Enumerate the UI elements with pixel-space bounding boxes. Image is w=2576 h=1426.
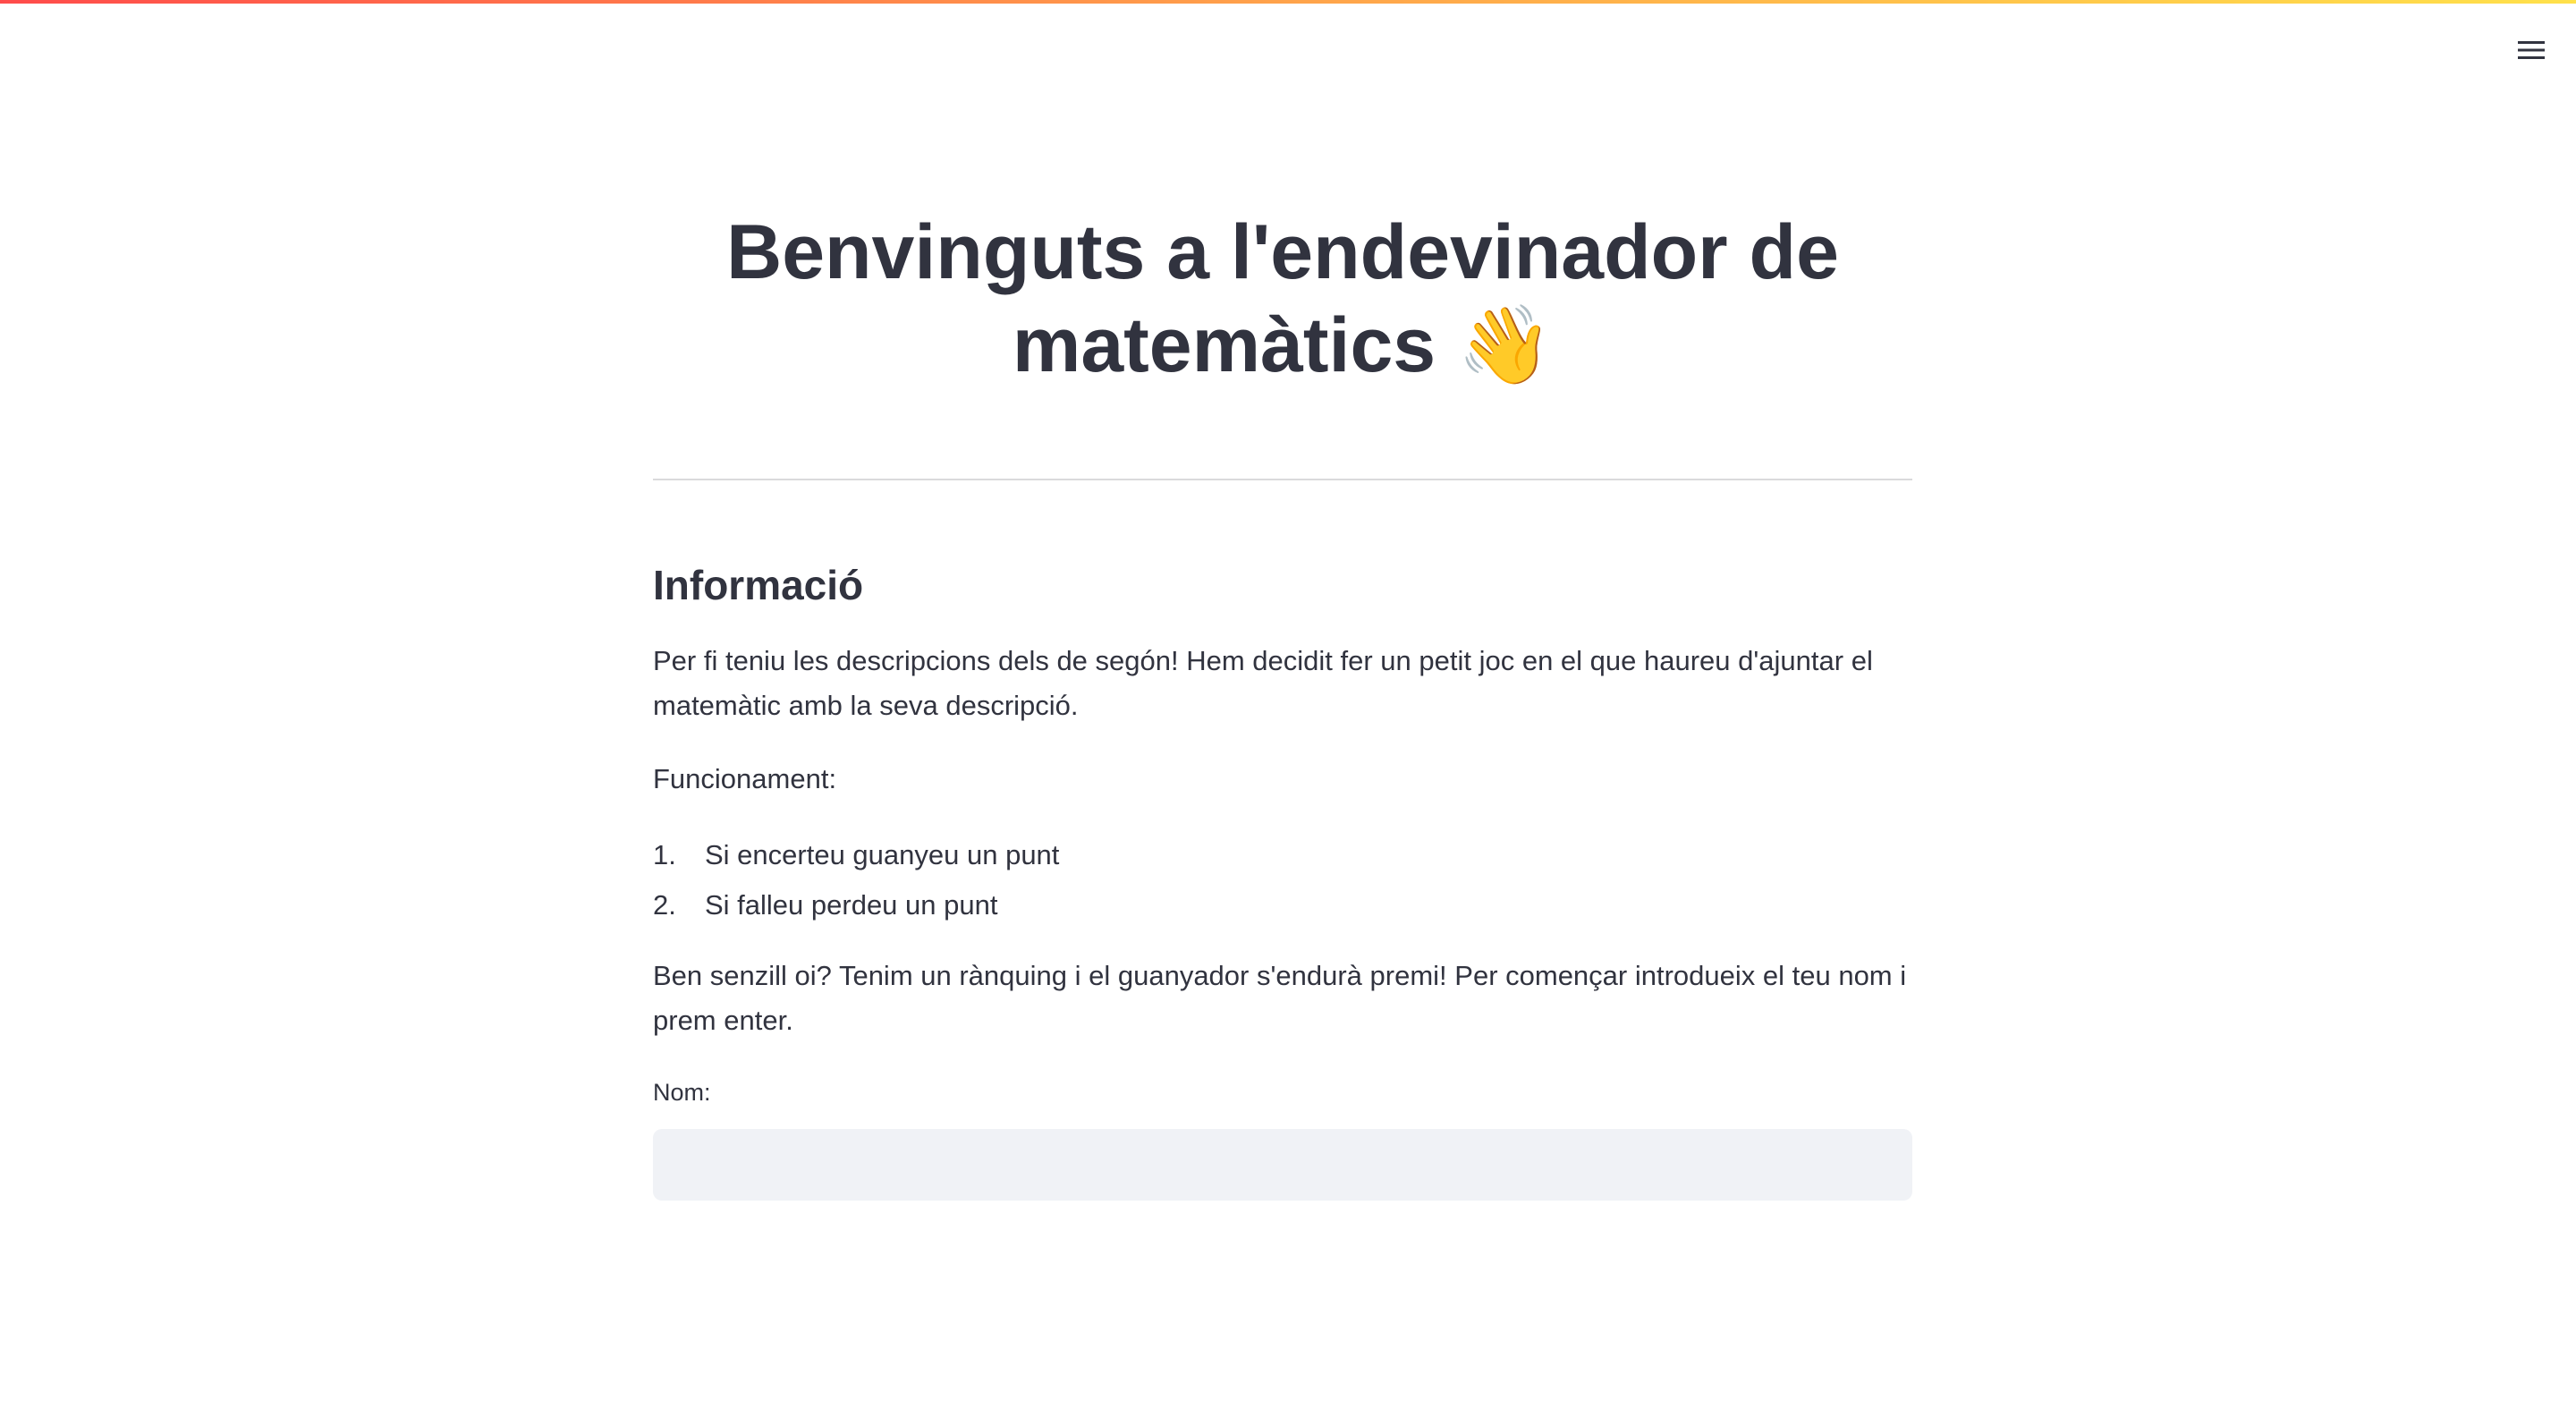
top-decoration-bar <box>0 0 2576 4</box>
list-item: 1. Si encerteu guanyeu un punt <box>653 830 1912 880</box>
list-item: 2. Si falleu perdeu un punt <box>653 880 1912 930</box>
main-menu-button[interactable] <box>2506 25 2556 75</box>
outro-paragraph: Ben senzill oi? Tenim un rànquing i el g… <box>653 960 1907 1036</box>
list-item-number: 2. <box>653 889 676 921</box>
divider <box>653 479 1912 480</box>
list-item-number: 1. <box>653 839 676 870</box>
list-item-text: Si falleu perdeu un punt <box>705 889 998 921</box>
list-item-text: Si encerteu guanyeu un punt <box>705 839 1060 870</box>
page-title: Benvinguts a l'endevinador de matemàtics… <box>653 206 1912 392</box>
section-header-informacio: Informació <box>653 562 864 608</box>
name-input[interactable] <box>653 1129 1912 1201</box>
rules-list: 1. Si encerteu guanyeu un punt 2. Si fal… <box>653 830 1912 930</box>
funcionament-label: Funcionament: <box>653 763 837 794</box>
title-line-2: matemàtics <box>1012 302 1436 388</box>
hamburger-menu-icon <box>2518 41 2545 59</box>
title-line-1: Benvinguts a l'endevinador de <box>726 209 1839 295</box>
name-input-label: Nom: <box>653 1079 711 1106</box>
intro-paragraph: Per fi teniu les descripcions dels de se… <box>653 645 1873 721</box>
waving-hand-emoji: 👋 <box>1457 302 1554 388</box>
